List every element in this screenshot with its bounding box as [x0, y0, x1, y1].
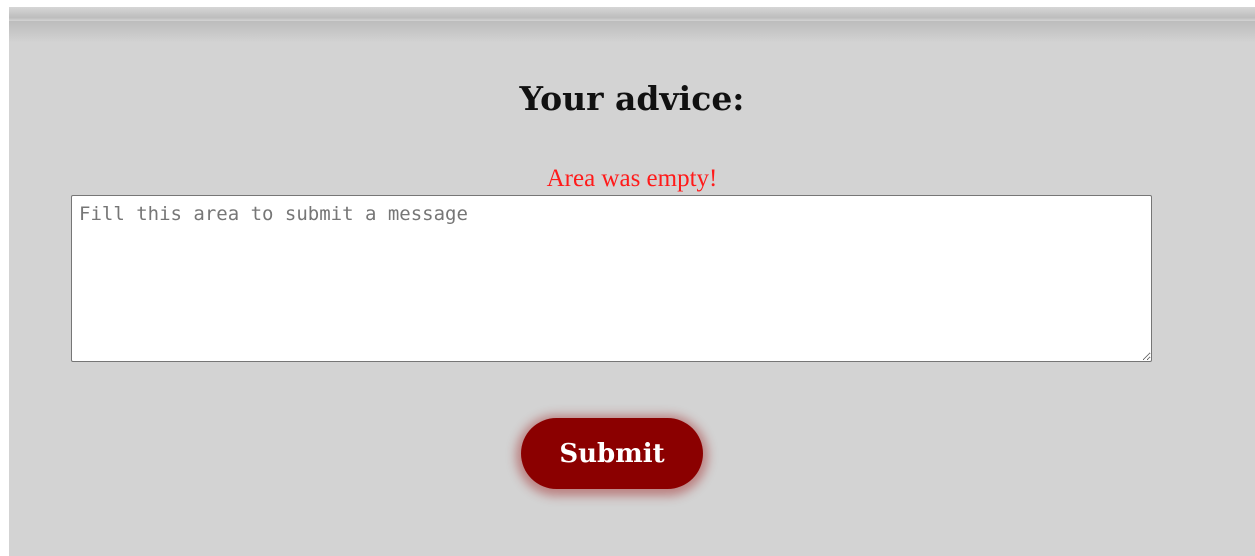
validation-error-message: Area was empty! [546, 165, 718, 192]
page-title: Your advice: [519, 79, 745, 118]
top-divider [9, 7, 1255, 43]
advice-panel: Your advice: Area was empty! Submit [9, 7, 1255, 556]
submit-button[interactable]: Submit [521, 418, 703, 489]
advice-message-textarea[interactable] [71, 195, 1152, 362]
